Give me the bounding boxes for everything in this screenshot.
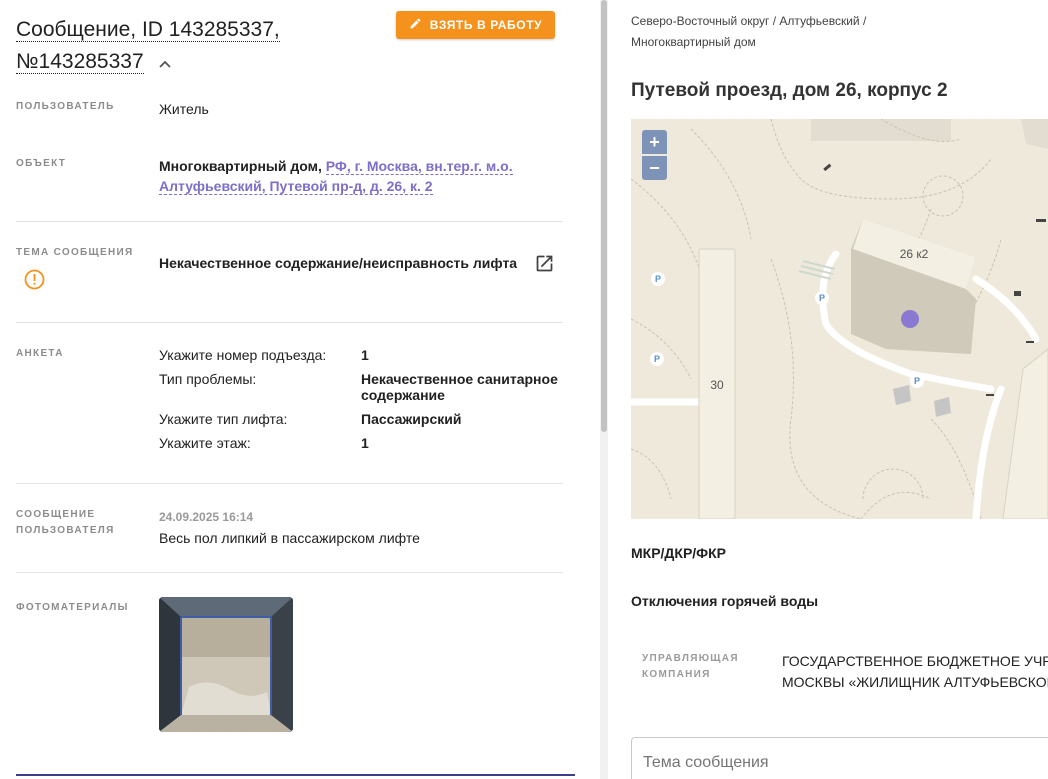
survey-answer: Пассажирский <box>361 411 462 427</box>
map[interactable]: 30 26 к2 P P P P + − <box>631 119 1048 519</box>
breadcrumb-line1: Северо-Восточный округ / Алтуфьевский / <box>631 14 867 28</box>
breadcrumb: Северо-Восточный округ / Алтуфьевский / … <box>631 11 931 53</box>
user-value: Житель <box>159 101 209 117</box>
svg-text:P: P <box>914 376 920 386</box>
topic-value: Некачественное содержание/неисправность … <box>159 255 518 271</box>
object-info-panel: Северо-Восточный округ / Алтуфьевский / … <box>608 0 1048 779</box>
breadcrumb-line2: Многоквартирный дом <box>631 35 756 49</box>
warning-icon <box>24 269 45 295</box>
message-date: 24.09.2025 16:14 <box>159 510 254 524</box>
svg-text:P: P <box>655 274 661 284</box>
bottom-divider <box>16 774 575 776</box>
survey-answer: 1 <box>361 435 369 451</box>
object-value: Многоквартирный дом, РФ, г. Москва, вн.т… <box>159 156 559 196</box>
user-message-label-line2: ПОЛЬЗОВАТЕЛЯ <box>16 525 115 536</box>
map-building-label: 26 к2 <box>900 247 929 261</box>
survey-question: Укажите тип лифта: <box>159 411 288 427</box>
management-company-label-line2: КОМПАНИЯ <box>642 669 711 680</box>
photos-label: ФОТОМАТЕРИАЛЫ <box>16 602 129 613</box>
zoom-in-button[interactable]: + <box>642 130 667 154</box>
divider <box>16 483 563 484</box>
object-address-link-line2[interactable]: Алтуфьевский, Путевой пр-д, д. 26, к. 2 <box>159 178 433 195</box>
survey-question: Укажите этаж: <box>159 435 251 451</box>
divider <box>16 572 563 573</box>
message-title-line2: №143285337 <box>16 50 144 74</box>
user-label: ПОЛЬЗОВАТЕЛЬ <box>16 101 115 112</box>
user-message-label-line1: СООБЩЕНИЕ <box>16 509 96 520</box>
scrollbar-thumb[interactable] <box>601 0 607 432</box>
message-text: Весь пол липкий в пассажирском лифте <box>159 530 420 546</box>
message-topic-input[interactable]: Тема сообщения <box>631 737 1048 779</box>
divider <box>16 322 563 323</box>
map-canvas: 30 26 к2 P P P P <box>631 119 1048 519</box>
zoom-out-button[interactable]: − <box>642 156 667 180</box>
take-to-work-label: ВЗЯТЬ В РАБОТУ <box>429 18 543 32</box>
management-company-value-line1: ГОСУДАРСТВЕННОЕ БЮДЖЕТНОЕ УЧРЕЖ <box>782 653 1048 669</box>
location-marker-icon[interactable] <box>901 310 919 328</box>
management-company-label-line1: УПРАВЛЯЮЩАЯ <box>642 653 739 664</box>
user-message-label: СООБЩЕНИЕ ПОЛЬЗОВАТЕЛЯ <box>16 507 115 539</box>
photo-thumbnail[interactable] <box>159 597 293 732</box>
take-to-work-button[interactable]: ВЗЯТЬ В РАБОТУ <box>396 11 555 39</box>
pencil-icon <box>409 17 422 33</box>
message-title-line1: Сообщение, ID 143285337, <box>16 18 280 42</box>
divider <box>16 221 563 222</box>
svg-text:P: P <box>819 293 825 303</box>
chevron-up-icon[interactable] <box>159 46 172 78</box>
message-title: Сообщение, ID 143285337, №143285337 <box>16 14 386 78</box>
section-repair-heading[interactable]: МКР/ДКР/ФКР <box>631 545 726 561</box>
topic-label: ТЕМА СООБЩЕНИЯ <box>16 247 134 258</box>
management-company-label: УПРАВЛЯЮЩАЯ КОМПАНИЯ <box>642 651 739 683</box>
object-address-title: Путевой проезд, дом 26, корпус 2 <box>631 80 948 101</box>
survey-answer: Некачественное санитарное содержание <box>361 371 558 403</box>
object-label: ОБЪЕКТ <box>16 158 67 169</box>
management-company-value-line2: МОСКВЫ «ЖИЛИЩНИК АЛТУФЬЕВСКОГО <box>782 674 1048 690</box>
svg-text:P: P <box>654 354 660 364</box>
survey-answer: 1 <box>361 347 369 363</box>
survey-question: Укажите номер подъезда: <box>159 347 327 363</box>
open-external-icon[interactable] <box>534 253 555 279</box>
object-type: Многоквартирный дом, <box>159 158 322 174</box>
section-hot-water-heading[interactable]: Отключения горячей воды <box>631 593 818 609</box>
survey-question: Тип проблемы: <box>159 371 257 387</box>
object-address-link-line1[interactable]: РФ, г. Москва, вн.тер.г. м.о. <box>325 158 513 175</box>
message-details-panel: Сообщение, ID 143285337, №143285337 ВЗЯТ… <box>0 0 600 779</box>
survey-label: АНКЕТА <box>16 348 64 359</box>
management-company-value: ГОСУДАРСТВЕННОЕ БЮДЖЕТНОЕ УЧРЕЖ МОСКВЫ «… <box>782 651 1048 693</box>
map-building-30-label: 30 <box>710 378 724 392</box>
